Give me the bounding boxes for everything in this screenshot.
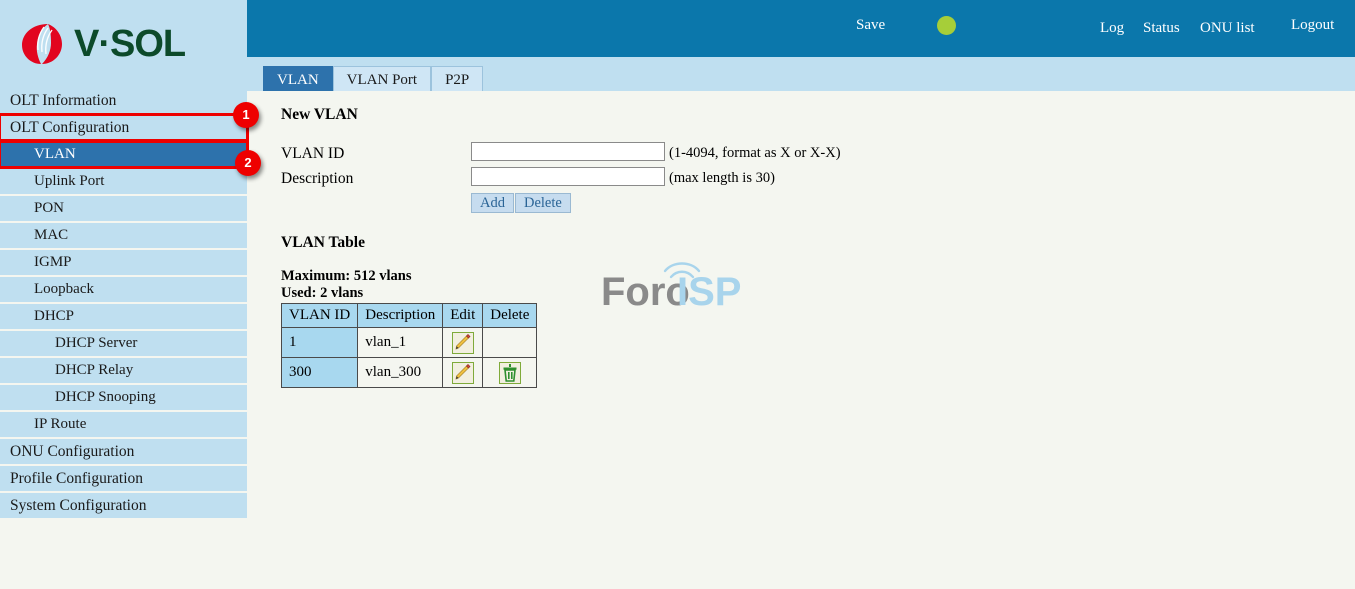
main-content: Foro ISP New VLAN VLAN ID (1-4094, forma…: [247, 91, 1355, 589]
sidebar-item-dhcp-relay[interactable]: DHCP Relay: [0, 358, 247, 383]
header-link-status[interactable]: Status: [1143, 20, 1180, 37]
table-row: 300 vlan_300: [280, 357, 538, 388]
tab-p2p[interactable]: P2P: [431, 66, 484, 94]
vlan-id-input[interactable]: [471, 142, 665, 161]
header-link-log[interactable]: Log: [1100, 20, 1124, 37]
brand-name: V·SOL: [74, 23, 186, 65]
sidebar-item-dhcp-snooping[interactable]: DHCP Snooping: [0, 385, 247, 410]
sidebar-item-uplink-port[interactable]: Uplink Port: [0, 169, 247, 194]
top-header-bar: Save Log Status ONU list Logout: [247, 0, 1355, 57]
table-row: 1 vlan_1: [280, 327, 538, 358]
new-vlan-heading: New VLAN: [281, 106, 358, 123]
description-hint: (max length is 30): [669, 170, 775, 186]
cell-edit: [442, 327, 484, 358]
sidebar-item-onu-configuration[interactable]: ONU Configuration: [0, 439, 247, 464]
brand-logo-panel: V·SOL: [0, 0, 247, 88]
column-header-delete: Delete: [482, 303, 538, 328]
column-header-vlan-id: VLAN ID: [280, 303, 359, 328]
cell-description: vlan_1: [357, 327, 444, 358]
vlan-table-heading: VLAN Table: [281, 234, 365, 251]
cell-edit: [442, 357, 484, 388]
vlan-id-label: VLAN ID: [281, 145, 345, 162]
sidebar-item-igmp[interactable]: IGMP: [0, 250, 247, 275]
vlan-id-hint: (1-4094, format as X or X-X): [669, 145, 841, 161]
sidebar-item-system-configuration[interactable]: System Configuration: [0, 493, 247, 518]
cell-vlan-id: 1: [280, 327, 359, 358]
pencil-edit-icon[interactable]: [451, 331, 474, 354]
svg-text:Foro: Foro: [601, 270, 690, 313]
sidebar-item-mac[interactable]: MAC: [0, 223, 247, 248]
sidebar-item-vlan[interactable]: VLAN: [0, 140, 249, 169]
sidebar-item-olt-configuration[interactable]: OLT Configuration: [0, 113, 249, 142]
trash-delete-icon[interactable]: [498, 361, 521, 384]
sidebar-item-dhcp[interactable]: DHCP: [0, 304, 247, 329]
add-button[interactable]: Add: [471, 193, 514, 213]
column-header-edit: Edit: [442, 303, 484, 328]
sidebar-item-dhcp-server[interactable]: DHCP Server: [0, 331, 247, 356]
table-header-row: VLAN ID Description Edit Delete: [280, 303, 538, 328]
sidebar-item-ip-route[interactable]: IP Route: [0, 412, 247, 437]
foroisp-watermark: Foro ISP: [601, 262, 741, 313]
description-label: Description: [281, 170, 354, 187]
annotation-badge-1: 1: [233, 102, 259, 128]
tab-vlan-port[interactable]: VLAN Port: [332, 66, 432, 94]
header-link-onu-list[interactable]: ONU list: [1200, 20, 1255, 37]
brand-logo: V·SOL: [18, 20, 186, 68]
save-button[interactable]: Save: [856, 17, 885, 34]
vlan-table: VLAN ID Description Edit Delete 1 vlan_1: [280, 303, 538, 388]
sidebar-item-profile-configuration[interactable]: Profile Configuration: [0, 466, 247, 491]
delete-button[interactable]: Delete: [515, 193, 571, 213]
cell-delete: [482, 327, 538, 358]
vlan-used-text: Used: 2 vlans: [281, 285, 364, 301]
cell-delete: [482, 357, 538, 388]
sidebar-item-olt-information[interactable]: OLT Information: [0, 88, 247, 113]
sidebar-nav: OLT Information OLT Configuration VLAN U…: [0, 88, 249, 534]
pencil-edit-icon[interactable]: [451, 361, 474, 384]
cell-description: vlan_300: [357, 357, 444, 388]
cell-vlan-id: 300: [280, 357, 359, 388]
olt-web-management-page: V·SOL Save Log Status ONU list Logout VL…: [0, 0, 1355, 589]
svg-text:ISP: ISP: [677, 270, 741, 313]
sidebar-item-pon[interactable]: PON: [0, 196, 247, 221]
logout-button[interactable]: Logout: [1291, 17, 1334, 34]
column-header-description: Description: [357, 303, 444, 328]
annotation-badge-2: 2: [235, 150, 261, 176]
tab-vlan[interactable]: VLAN: [263, 66, 333, 94]
green-status-dot-icon: [937, 16, 956, 35]
sidebar-item-loopback[interactable]: Loopback: [0, 277, 247, 302]
tab-bar: VLAN VLAN Port P2P: [247, 57, 1355, 94]
description-input[interactable]: [471, 167, 665, 186]
vsol-swirl-logo-icon: [22, 24, 62, 64]
vlan-maximum-text: Maximum: 512 vlans: [281, 268, 412, 284]
